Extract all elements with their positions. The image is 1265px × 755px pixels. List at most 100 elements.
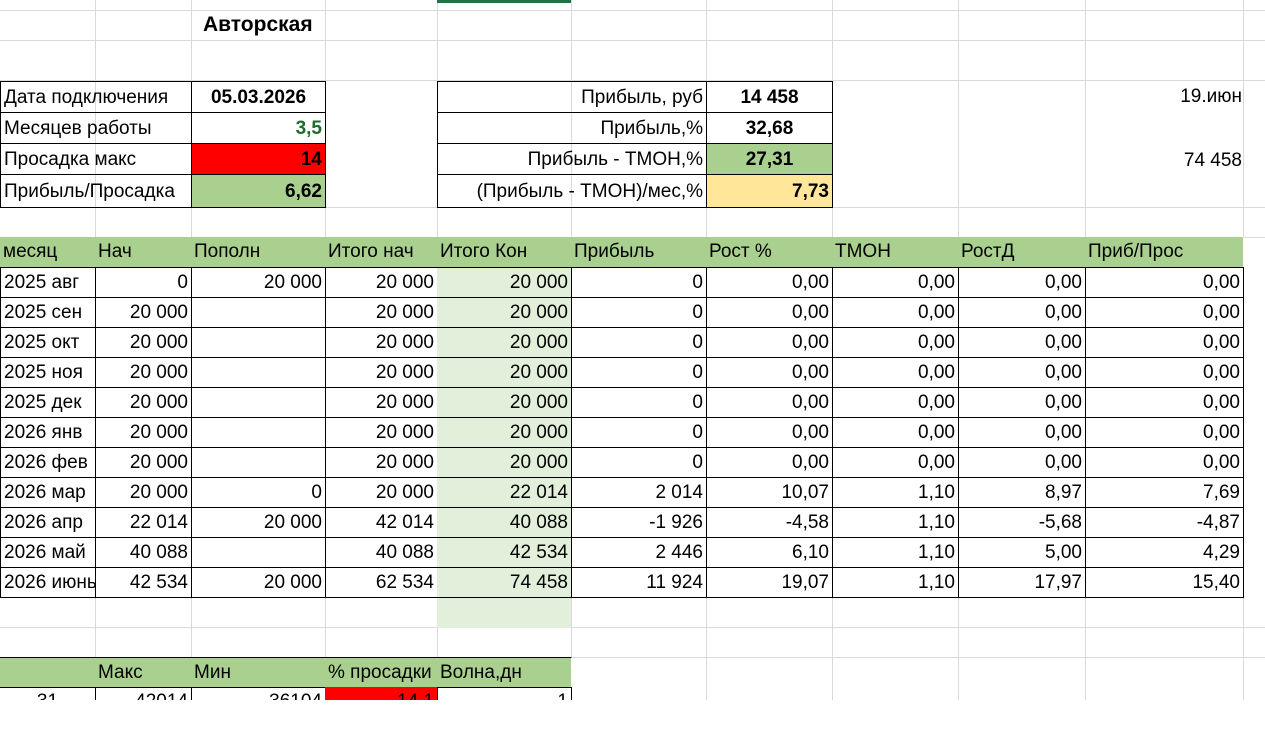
table-cell[interactable]: 20 000 [95, 477, 192, 508]
drawdown-cell[interactable]: 36104 [191, 687, 326, 700]
column-header[interactable]: Пополн [191, 237, 326, 267]
table-cell[interactable]: 20 000 [325, 267, 438, 298]
table-cell[interactable]: 20 000 [95, 357, 192, 388]
connect-date-label[interactable]: Дата подключения [0, 81, 192, 113]
table-cell-month[interactable]: 2026 май [0, 537, 96, 568]
months-label[interactable]: Месяцев работы [0, 112, 192, 144]
profit-tmon-label[interactable]: Прибыль - ТМОН,% [437, 143, 707, 175]
table-cell[interactable]: 0,00 [706, 447, 833, 478]
table-cell[interactable] [191, 357, 326, 388]
table-cell[interactable]: 2 014 [571, 477, 707, 508]
table-cell[interactable]: 20 000 [191, 567, 326, 598]
table-cell-month[interactable]: 2025 авг [0, 267, 96, 298]
table-cell[interactable]: 20 000 [325, 417, 438, 448]
drawdown-header[interactable]: Макс [95, 657, 192, 688]
table-cell[interactable]: 62 534 [325, 567, 438, 598]
table-cell[interactable]: 0 [571, 387, 707, 418]
drawdown-cell[interactable]: 14.1 [325, 687, 438, 700]
table-cell[interactable]: 0,00 [1085, 267, 1244, 298]
table-cell[interactable]: 0 [571, 267, 707, 298]
table-cell-month[interactable]: 2026 фев [0, 447, 96, 478]
column-header[interactable]: Итого Кон [437, 237, 572, 267]
column-header[interactable]: Рост % [706, 237, 833, 267]
column-header[interactable]: ТМОН [832, 237, 959, 267]
table-cell[interactable]: 0,00 [706, 387, 833, 418]
table-cell[interactable]: 4,29 [1085, 537, 1244, 568]
table-cell[interactable]: -1 926 [571, 507, 707, 538]
table-cell[interactable]: 0,00 [958, 387, 1086, 418]
profit-rub-label[interactable]: Прибыль, руб [437, 81, 707, 113]
table-cell[interactable]: 20 000 [325, 477, 438, 508]
column-header[interactable]: Прибыль [571, 237, 707, 267]
table-cell[interactable]: 0,00 [832, 357, 959, 388]
drawdown-header[interactable]: Волна,дн [437, 657, 572, 688]
table-cell[interactable]: 20 000 [325, 327, 438, 358]
table-cell[interactable]: 0,00 [832, 267, 959, 298]
column-header[interactable]: Итого нач [325, 237, 438, 267]
table-cell[interactable]: 0,00 [958, 357, 1086, 388]
table-cell[interactable]: 0,00 [958, 417, 1086, 448]
table-cell[interactable]: 0,00 [1085, 447, 1244, 478]
table-cell[interactable]: 20 000 [95, 387, 192, 418]
table-cell[interactable]: 42 014 [325, 507, 438, 538]
spreadsheet-grid[interactable]: Авторская Дата подключения 05.03.2026 Ме… [0, 0, 1265, 700]
column-header[interactable]: РостД [958, 237, 1086, 267]
side-total[interactable]: 74 458 [1085, 146, 1245, 176]
table-cell[interactable]: 20 000 [95, 447, 192, 478]
table-cell[interactable]: 1,10 [832, 567, 959, 598]
table-cell[interactable]: 1,10 [832, 477, 959, 508]
table-cell[interactable]: 0,00 [832, 387, 959, 418]
table-cell[interactable]: 0,00 [706, 297, 833, 328]
table-cell[interactable]: 22 014 [95, 507, 192, 538]
table-cell[interactable]: 0,00 [706, 327, 833, 358]
table-cell[interactable]: 20 000 [437, 447, 572, 478]
table-cell[interactable]: 20 000 [437, 297, 572, 328]
table-cell[interactable]: 74 458 [437, 567, 572, 598]
table-cell[interactable]: 0,00 [706, 357, 833, 388]
table-cell[interactable]: 0 [571, 447, 707, 478]
column-header[interactable]: Приб/Прос [1085, 237, 1244, 267]
table-cell[interactable] [191, 447, 326, 478]
table-cell[interactable]: 0 [571, 417, 707, 448]
table-cell[interactable]: 20 000 [191, 267, 326, 298]
table-cell[interactable]: -5,68 [958, 507, 1086, 538]
side-date[interactable]: 19.июн [1085, 82, 1245, 112]
table-cell[interactable] [191, 297, 326, 328]
drawdown-header[interactable] [0, 657, 96, 688]
table-cell[interactable]: 40 088 [95, 537, 192, 568]
profit-rub-value[interactable]: 14 458 [706, 81, 833, 113]
table-cell[interactable] [191, 327, 326, 358]
table-cell[interactable]: 20 000 [325, 387, 438, 418]
drawdown-header[interactable]: % просадки [325, 657, 438, 688]
table-cell[interactable]: -4,87 [1085, 507, 1244, 538]
table-cell[interactable]: 20 000 [95, 417, 192, 448]
table-cell[interactable]: 20 000 [437, 357, 572, 388]
table-cell[interactable]: 7,69 [1085, 477, 1244, 508]
table-cell-month[interactable]: 2026 апр [0, 507, 96, 538]
table-cell[interactable]: 0,00 [958, 297, 1086, 328]
table-cell[interactable]: 0,00 [1085, 327, 1244, 358]
table-cell[interactable]: 20 000 [95, 327, 192, 358]
table-cell[interactable]: 0,00 [706, 267, 833, 298]
table-cell[interactable]: 6,10 [706, 537, 833, 568]
connect-date-value[interactable]: 05.03.2026 [191, 81, 326, 113]
table-cell[interactable]: 15,40 [1085, 567, 1244, 598]
table-cell-month[interactable]: 2026 янв [0, 417, 96, 448]
table-cell[interactable]: 22 014 [437, 477, 572, 508]
table-cell-month[interactable]: 2025 окт [0, 327, 96, 358]
months-value[interactable]: 3,5 [191, 112, 326, 144]
table-cell[interactable]: 17,97 [958, 567, 1086, 598]
table-cell[interactable]: 0 [191, 477, 326, 508]
table-cell[interactable]: 42 534 [437, 537, 572, 568]
sheet-title[interactable]: Авторская [191, 10, 437, 40]
table-cell[interactable]: 0,00 [832, 447, 959, 478]
table-cell[interactable]: 0,00 [832, 297, 959, 328]
table-cell[interactable]: 20 000 [325, 447, 438, 478]
drawdown-cell[interactable]: 1 [437, 687, 572, 700]
table-cell[interactable]: 10,07 [706, 477, 833, 508]
table-cell[interactable]: 20 000 [437, 387, 572, 418]
table-cell[interactable]: 0,00 [1085, 297, 1244, 328]
table-cell[interactable]: 1,10 [832, 507, 959, 538]
table-cell[interactable]: 1,10 [832, 537, 959, 568]
table-cell[interactable]: 0 [571, 297, 707, 328]
